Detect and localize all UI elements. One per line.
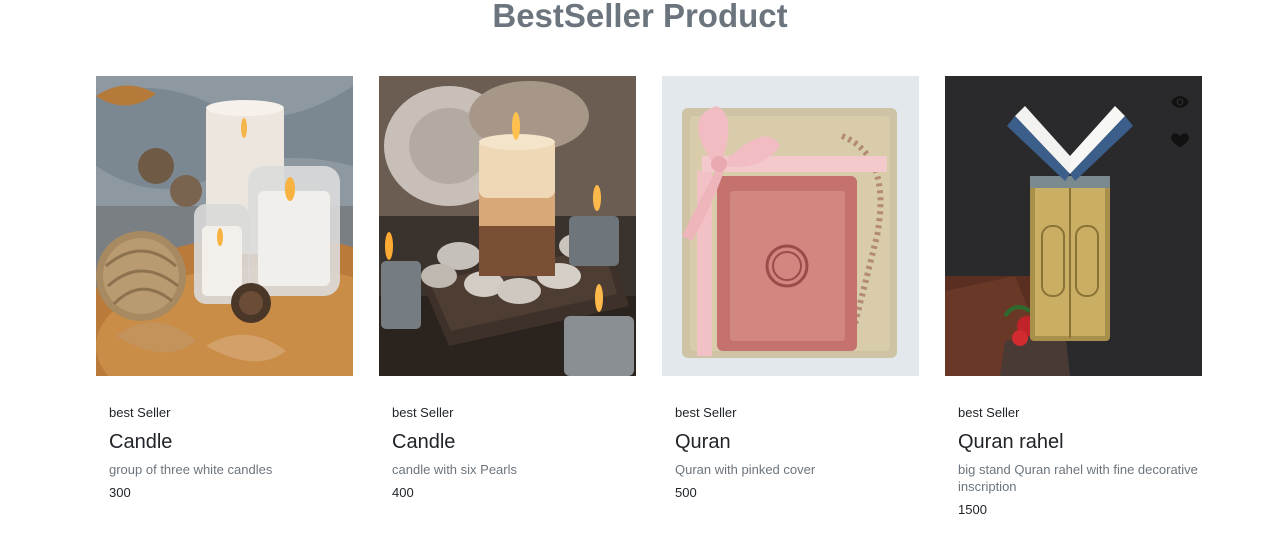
- product-price: 500: [675, 485, 697, 500]
- product-description: big stand Quran rahel with fine decorati…: [958, 462, 1198, 494]
- product-image[interactable]: [96, 76, 353, 376]
- product-tag: best Seller: [958, 405, 1020, 420]
- product-description: candle with six Pearls: [392, 462, 517, 477]
- product-price: 300: [109, 485, 131, 500]
- product-image[interactable]: [945, 76, 1202, 376]
- product-tag: best Seller: [109, 405, 171, 420]
- product-image[interactable]: [379, 76, 636, 376]
- product-card[interactable]: best Seller Candle candle with six Pearl…: [379, 76, 636, 500]
- product-tag: best Seller: [392, 405, 454, 420]
- product-image[interactable]: [662, 76, 919, 376]
- product-tag: best Seller: [675, 405, 737, 420]
- product-name[interactable]: Candle: [392, 431, 632, 453]
- heart-icon[interactable]: [1170, 130, 1190, 150]
- product-card[interactable]: best Seller Quran Quran with pinked cove…: [662, 76, 919, 500]
- product-name[interactable]: Candle: [109, 431, 349, 453]
- eye-icon[interactable]: [1170, 92, 1190, 112]
- product-price: 1500: [958, 502, 987, 517]
- page-title: BestSeller Product: [492, 0, 788, 34]
- product-description: Quran with pinked cover: [675, 462, 816, 477]
- product-card[interactable]: best Seller Quran rahel big stand Quran …: [945, 76, 1202, 517]
- product-card[interactable]: best Seller Candle group of three white …: [96, 76, 353, 500]
- product-description: group of three white candles: [109, 462, 273, 477]
- product-name[interactable]: Quran: [675, 431, 915, 453]
- product-price: 400: [392, 485, 414, 500]
- card-hover-actions: [1170, 92, 1190, 150]
- product-name[interactable]: Quran rahel: [958, 431, 1198, 453]
